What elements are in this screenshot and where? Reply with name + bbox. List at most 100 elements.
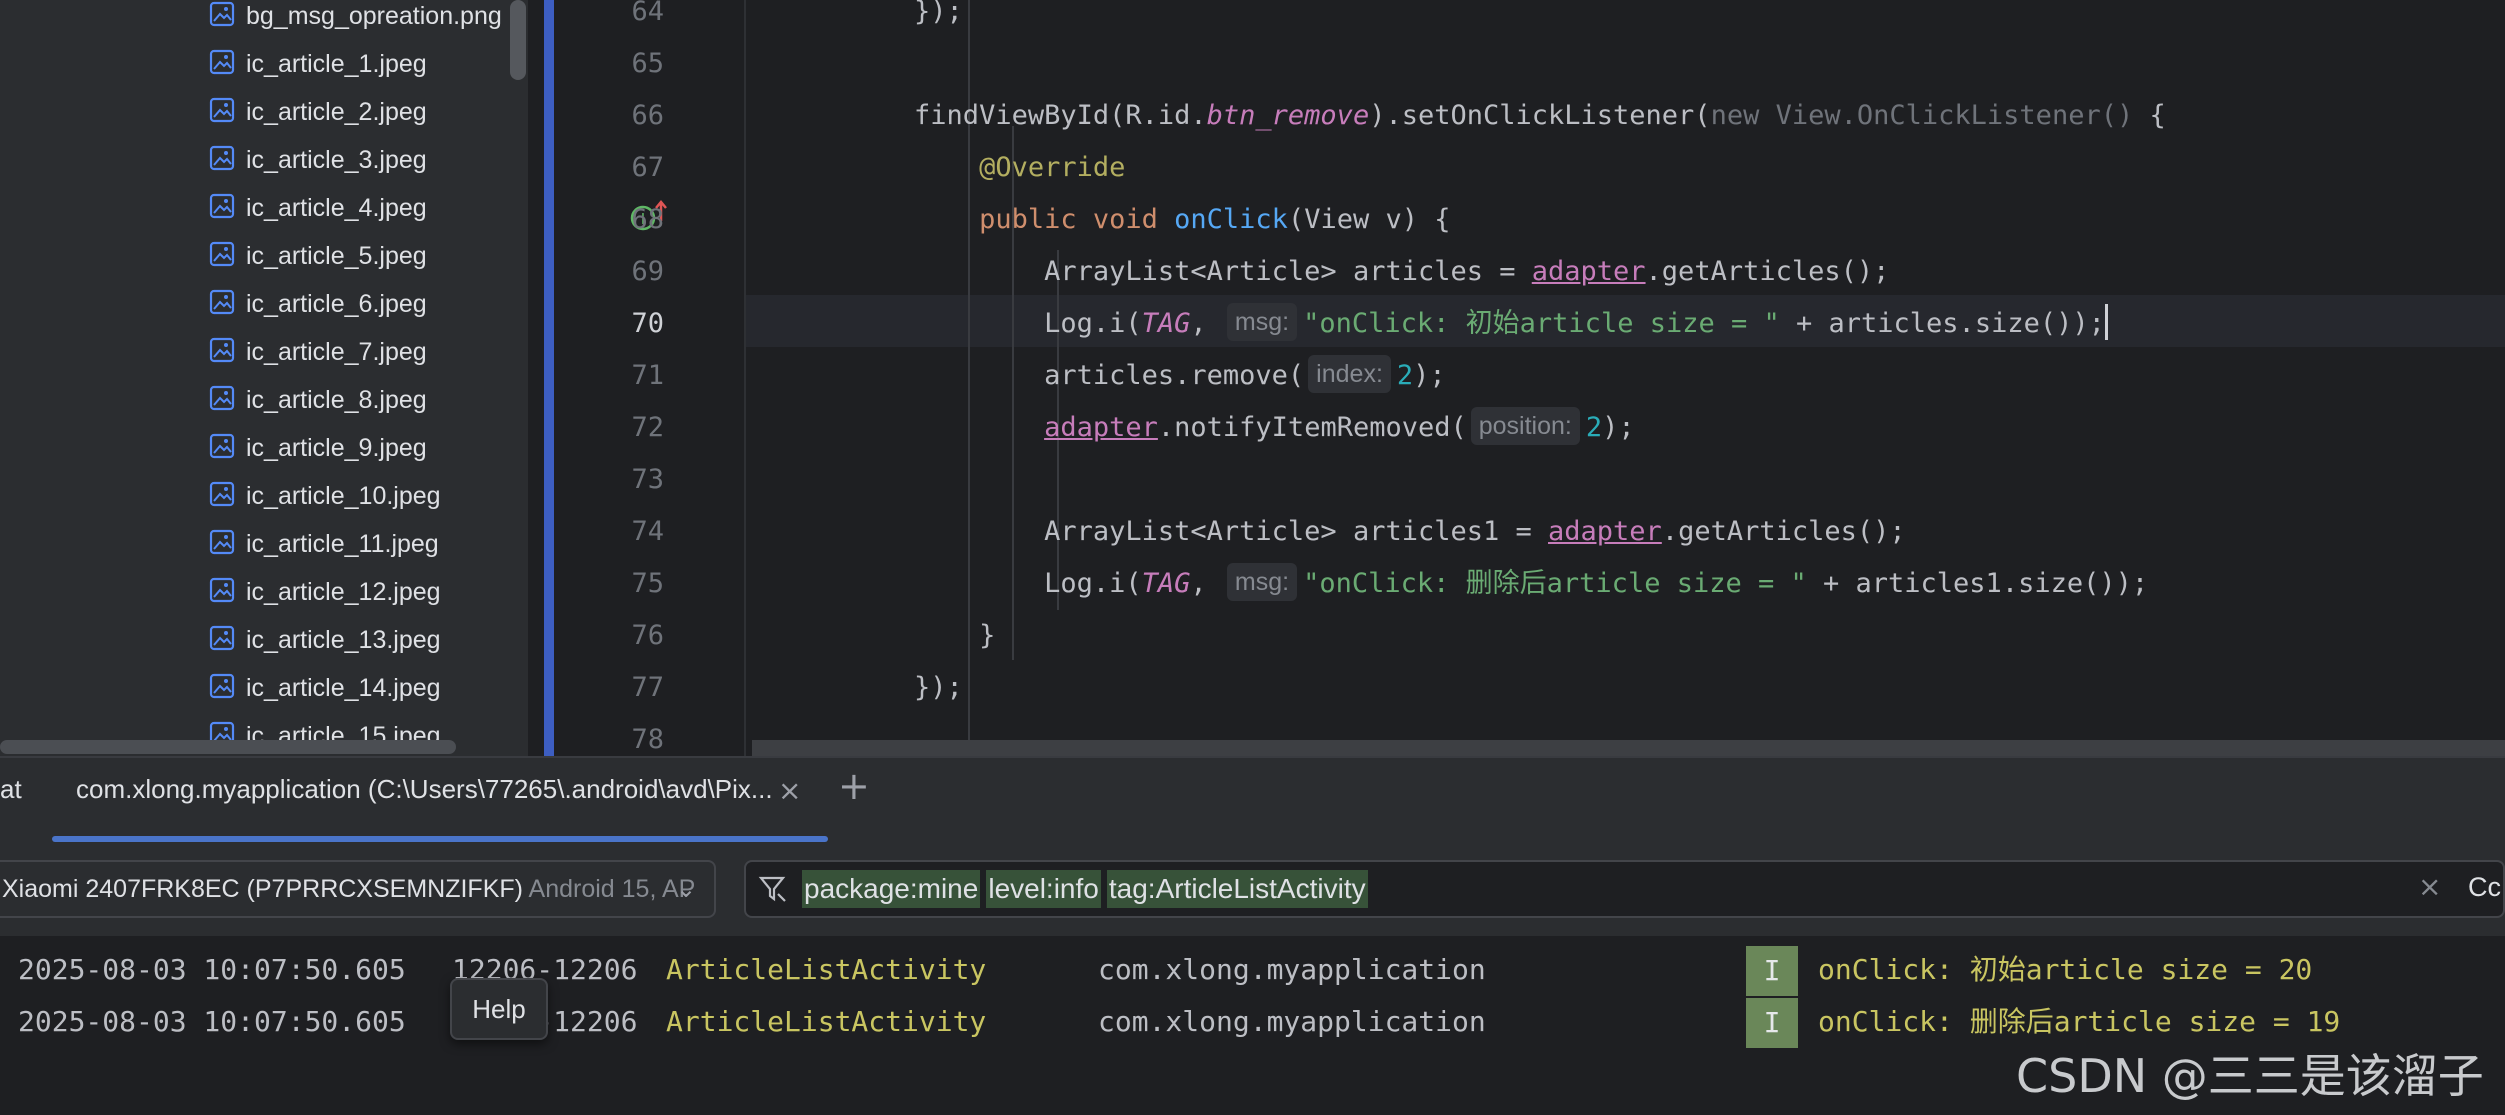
file-item[interactable]: ic_article_6.jpeg [0, 280, 520, 328]
log-level-badge: I [1746, 998, 1798, 1048]
code-line: ArrayList<Article> articles = adapter.ge… [784, 246, 1889, 298]
code-token: "onClick: 删除后article size = " [1303, 568, 1807, 599]
logcat-tab-bar: at com.xlong.myapplication (C:\Users\772… [0, 756, 2505, 844]
line-number: 68 [631, 204, 664, 235]
file-name: ic_article_5.jpeg [246, 242, 427, 270]
parameter-hint: position: [1470, 406, 1580, 445]
log-timestamp: 2025-08-03 10:07:50.605 [18, 1005, 406, 1038]
line-number: 66 [631, 100, 664, 131]
file-item[interactable]: ic_article_8.jpeg [0, 376, 520, 424]
code-token: new View.OnClickListener() [1710, 100, 2150, 131]
filter-chip[interactable]: level:info [986, 870, 1101, 908]
file-item[interactable]: ic_article_2.jpeg [0, 88, 520, 136]
code-token: @Override [784, 152, 1126, 183]
code-line: findViewById(R.id.btn_remove).setOnClick… [784, 90, 2166, 142]
image-file-icon [209, 577, 235, 603]
code-token: 2 [1396, 360, 1414, 391]
code-token: adapter [1548, 516, 1662, 547]
tab-label: com.xlong.myapplication (C:\Users\77265\… [76, 774, 773, 804]
code-editor[interactable]: I 64 }); 65 66 findViewById(R.id.btn_remov… [544, 0, 2505, 756]
file-item[interactable]: ic_article_5.jpeg [0, 232, 520, 280]
panel-divider[interactable] [528, 0, 544, 756]
code-token: { [2149, 100, 2166, 131]
image-file-icon [209, 97, 235, 123]
filter-chip[interactable]: tag:ArticleListActivity [1106, 870, 1368, 908]
file-name: ic_article_1.jpeg [246, 50, 427, 78]
code-token: } [784, 620, 996, 651]
code-token: , [1190, 308, 1223, 339]
code-token: adapter [1531, 256, 1646, 287]
code-line: public void onClick(View v) { [784, 194, 1450, 246]
image-file-icon [209, 1, 235, 27]
log-package: com.xlong.myapplication [1098, 1005, 1486, 1038]
tab-logcat-session[interactable]: com.xlong.myapplication (C:\Users\77265\… [52, 758, 828, 844]
line-number: 67 [631, 152, 664, 183]
code-token: TAG [1141, 308, 1191, 339]
device-selector[interactable]: Xiaomi 2407FRK8EC (P7PRRCXSEMNZIFKF) And… [0, 860, 716, 918]
match-case-toggle[interactable]: Cc [2468, 872, 2501, 903]
image-file-icon [209, 337, 235, 363]
line-number: 70 [631, 308, 664, 339]
code-token: Log. [784, 308, 1110, 339]
file-name: ic_article_7.jpeg [246, 338, 427, 366]
close-icon[interactable]: × [778, 774, 801, 807]
line-number: 71 [631, 360, 664, 391]
log-row[interactable]: 2025-08-03 10:07:50.60512206-12206Articl… [0, 944, 2505, 996]
image-file-icon [209, 385, 235, 411]
chevron-down-icon: ⌄ [676, 875, 697, 903]
tab-partial-label[interactable]: at [0, 774, 22, 805]
code-token: }); [784, 0, 963, 27]
parameter-hint: msg: [1226, 302, 1298, 341]
watermark: CSDN @三三是该溜子 [2016, 1049, 2484, 1103]
file-item[interactable]: ic_article_1.jpeg [0, 40, 520, 88]
code-line: }); [784, 0, 963, 38]
code-token: + articles.size()); [1779, 308, 2105, 339]
log-package: com.xlong.myapplication [1098, 953, 1486, 986]
file-name: ic_article_12.jpeg [246, 578, 441, 606]
line-number: 64 [631, 0, 664, 27]
add-tab-icon[interactable]: + [838, 764, 870, 808]
vcs-change-marker [544, 0, 554, 756]
line-number: 65 [631, 48, 664, 79]
file-name: ic_article_13.jpeg [246, 626, 441, 654]
file-item[interactable]: ic_article_7.jpeg [0, 328, 520, 376]
file-name: ic_article_4.jpeg [246, 194, 427, 222]
code-token: Log. [784, 568, 1110, 599]
tree-horizontal-scrollbar[interactable] [0, 740, 456, 754]
filter-icon[interactable] [758, 874, 788, 904]
tree-vertical-scrollbar[interactable] [510, 0, 526, 80]
image-file-icon [209, 481, 235, 507]
code-token: TAG [1141, 568, 1191, 599]
file-item[interactable]: ic_article_14.jpeg [0, 664, 520, 712]
file-name: ic_article_10.jpeg [246, 482, 441, 510]
file-name: ic_article_6.jpeg [246, 290, 427, 318]
file-item[interactable]: ic_article_3.jpeg [0, 136, 520, 184]
code-token: onClick [1174, 204, 1288, 235]
code-token: + articles1.size()); [1806, 568, 2149, 599]
code-line: } [784, 610, 995, 662]
filter-chip[interactable]: package:mine [802, 870, 981, 908]
file-item[interactable]: ic_article_13.jpeg [0, 616, 520, 664]
file-item[interactable]: ic_article_4.jpeg [0, 184, 520, 232]
line-number: 78 [631, 724, 664, 755]
file-item[interactable]: bg_msg_opreation.png [0, 0, 520, 40]
code-token: findViewById(R.id. [784, 100, 1207, 131]
code-token: 2 [1585, 412, 1603, 443]
file-item[interactable]: ic_article_10.jpeg [0, 472, 520, 520]
clear-filter-icon[interactable]: × [2418, 870, 2441, 903]
file-name: ic_article_11.jpeg [246, 530, 439, 558]
editor-horizontal-scrollbar[interactable] [752, 740, 2505, 756]
logcat-filter-input[interactable]: package:mine level:info tag:ArticleListAct… [744, 860, 2505, 918]
file-item[interactable]: ic_article_9.jpeg [0, 424, 520, 472]
gutter-separator [744, 0, 746, 756]
file-name: ic_article_14.jpeg [246, 674, 441, 702]
line-number: 76 [631, 620, 664, 651]
parameter-hint: index: [1308, 354, 1391, 393]
file-name: ic_article_8.jpeg [246, 386, 427, 414]
image-file-icon [209, 241, 235, 267]
code-token: ).setOnClickListener( [1369, 100, 1711, 131]
line-number: 73 [631, 464, 664, 495]
file-item[interactable]: ic_article_12.jpeg [0, 568, 520, 616]
help-tooltip: Help [450, 978, 548, 1040]
file-item[interactable]: ic_article_11.jpeg [0, 520, 520, 568]
